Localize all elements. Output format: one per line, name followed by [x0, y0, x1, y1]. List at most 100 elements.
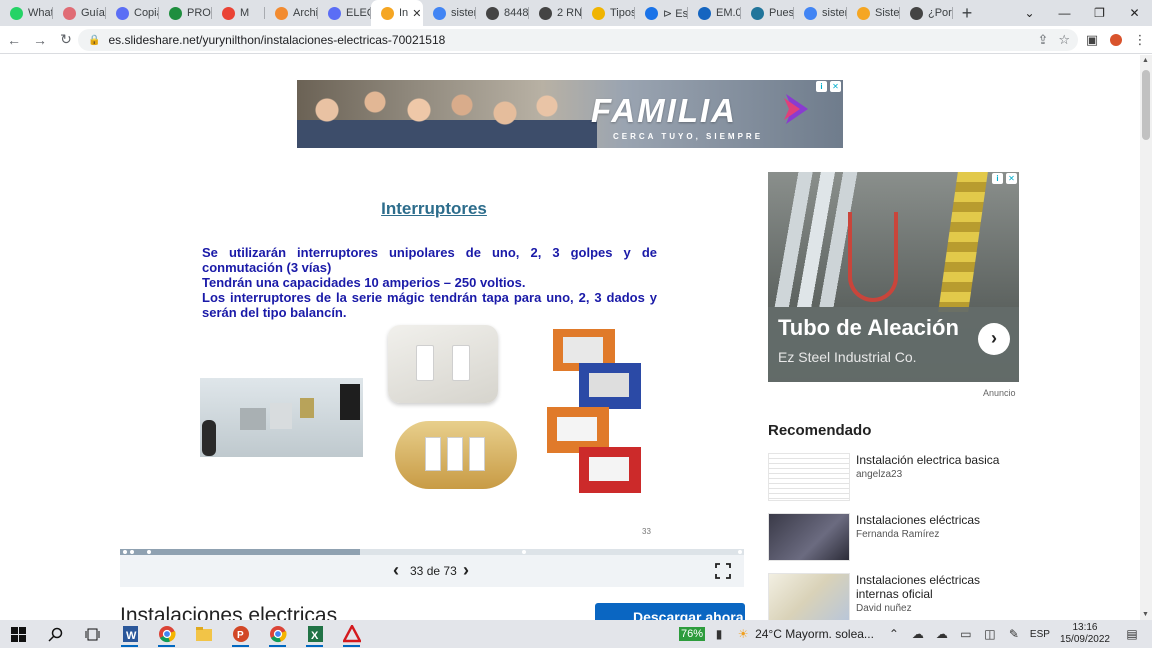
back-button[interactable]: ← [2, 28, 26, 52]
sheets-icon [169, 6, 182, 20]
cloud-icon[interactable]: ☁ [930, 627, 954, 641]
tab[interactable]: Guía [53, 0, 106, 26]
tab-label: What [28, 7, 53, 19]
battery-icon[interactable]: ▮ [707, 627, 731, 641]
tab[interactable]: EM.0 [688, 0, 741, 26]
language-indicator[interactable]: ESP [1030, 629, 1050, 640]
recommended-thumbnail [768, 453, 850, 501]
slide-line: Los interruptores de la serie mágic tend… [202, 290, 657, 320]
task-view-icon[interactable] [74, 620, 111, 648]
chrome-app-icon[interactable] [148, 620, 185, 648]
minimize-button[interactable]: — [1047, 0, 1082, 26]
ad-arrow-button[interactable]: › [978, 323, 1010, 355]
file-explorer-icon[interactable] [185, 620, 222, 648]
new-tab-button[interactable]: + [953, 0, 981, 26]
recommended-item[interactable]: Instalación electrica basica angelza23 [768, 453, 1028, 501]
start-button[interactable] [0, 620, 37, 648]
tab[interactable]: sisten [423, 0, 476, 26]
share-icon[interactable]: ⇪ [1037, 32, 1048, 48]
tab[interactable]: ⊳ Esc [635, 0, 688, 26]
tab[interactable]: ¿Por [900, 0, 953, 26]
tab[interactable]: Sister [847, 0, 900, 26]
battery-indicator[interactable]: 76% [679, 627, 706, 641]
acrobat-app-icon[interactable] [333, 620, 370, 648]
total-slides: 73 [443, 564, 457, 578]
search-icon[interactable] [37, 620, 74, 648]
download-button[interactable]: Descargar ahora [595, 603, 745, 620]
browser-toolbar: ← → ↻ 🔒 es.slideshare.net/yurynilthon/in… [0, 26, 1152, 54]
close-tab-icon[interactable]: ✕ [412, 7, 421, 20]
tab[interactable]: Tipos [582, 0, 635, 26]
tab[interactable]: 2 RNE [529, 0, 582, 26]
recommended-thumbnail [768, 513, 850, 561]
tab[interactable]: ELEC [318, 0, 371, 26]
tab[interactable]: sisten [794, 0, 847, 26]
web-icon [539, 6, 552, 20]
tab[interactable]: Copia [106, 0, 159, 26]
progress-marker [522, 550, 526, 554]
battery-status-icon[interactable]: ▭ [954, 627, 978, 641]
onedrive-icon[interactable]: ☁ [906, 627, 930, 641]
whatsapp-icon [10, 6, 23, 20]
slide: Interruptores Se utilizarán interruptore… [120, 163, 744, 547]
powerpoint-app-icon[interactable]: P [222, 620, 259, 648]
clock[interactable]: 13:16 15/09/2022 [1060, 622, 1110, 646]
ad-close-icon[interactable]: ✕ [830, 81, 841, 92]
ad-photo [297, 80, 597, 148]
network-icon[interactable]: ◫ [978, 627, 1002, 641]
switch-parts-image [200, 378, 363, 457]
ad-banner[interactable]: FAMILIA CERCA TUYO, SIEMPRE i ✕ [297, 80, 843, 148]
prev-slide-button[interactable]: ‹ [386, 560, 406, 581]
forward-button[interactable]: → [28, 28, 52, 52]
scrollbar-thumb[interactable] [1142, 70, 1150, 140]
tab[interactable]: 8448 [476, 0, 529, 26]
ad-info-icon[interactable]: i [816, 81, 827, 92]
address-bar[interactable]: 🔒 es.slideshare.net/yurynilthon/instalac… [78, 29, 1078, 51]
pen-icon[interactable]: ✎ [1002, 627, 1026, 641]
recommended-item[interactable]: Instalaciones eléctricas Fernanda Ramíre… [768, 513, 1028, 561]
tab[interactable]: M [212, 0, 265, 26]
bookmark-star-icon[interactable]: ☆ [1058, 32, 1070, 48]
tab-label: ¿Por [928, 7, 952, 19]
tab[interactable]: Puest [741, 0, 794, 26]
next-slide-button[interactable]: › [456, 560, 476, 581]
chrome-profile-app-icon[interactable] [259, 620, 296, 648]
tab-active[interactable]: In ✕ [371, 0, 423, 26]
profile-avatar[interactable] [1104, 28, 1128, 52]
excel-app-icon[interactable]: X [296, 620, 333, 648]
mail-icon [222, 6, 235, 20]
recommended-item[interactable]: Instalaciones eléctricas internas oficia… [768, 573, 1028, 620]
ad-advertiser: Ez Steel Industrial Co. [778, 349, 917, 365]
tab-label: ELEC [346, 7, 371, 19]
progress-marker [738, 550, 742, 554]
tab-search-icon[interactable]: ⌄ [1012, 0, 1047, 26]
notifications-icon[interactable]: ▤ [1120, 627, 1144, 641]
windows-icon [11, 626, 26, 642]
slideshare-icon [381, 6, 394, 20]
ad-info-icon[interactable]: i [992, 173, 1003, 184]
scroll-up-icon[interactable]: ▲ [1142, 57, 1149, 64]
tab[interactable]: PROC [159, 0, 212, 26]
tab[interactable]: Archi [265, 0, 318, 26]
menu-icon[interactable]: ⋮ [1128, 28, 1152, 52]
tab[interactable]: What [0, 0, 53, 26]
tab-label: Sister [875, 7, 900, 19]
side-ad[interactable]: Tubo de Aleación Ez Steel Industrial Co.… [768, 172, 1019, 382]
side-panel-icon[interactable]: ▣ [1080, 28, 1104, 52]
tab-label: 2 RNE [557, 7, 582, 19]
fullscreen-icon[interactable] [715, 563, 731, 579]
reload-button[interactable]: ↻ [54, 28, 78, 52]
close-window-button[interactable]: ✕ [1117, 0, 1152, 26]
page-scrollbar[interactable]: ▲ ▼ [1140, 55, 1152, 620]
word-app-icon[interactable]: W [111, 620, 148, 648]
chevron-up-icon[interactable]: ⌃ [882, 627, 906, 641]
recommended-title: Instalaciones eléctricas internas oficia… [856, 573, 981, 601]
site-icon [592, 6, 605, 20]
scroll-down-icon[interactable]: ▼ [1142, 611, 1149, 618]
maximize-button[interactable]: ❐ [1082, 0, 1117, 26]
taskbar: W P X 76% ▮ ☀ 24°C Mayorm. solea... ⌃ ☁ … [0, 620, 1152, 648]
weather-text[interactable]: 24°C Mayorm. solea... [755, 627, 874, 641]
weather-icon[interactable]: ☀ [731, 627, 755, 641]
ad-close-icon[interactable]: ✕ [1006, 173, 1017, 184]
lock-icon: 🔒 [88, 34, 101, 46]
